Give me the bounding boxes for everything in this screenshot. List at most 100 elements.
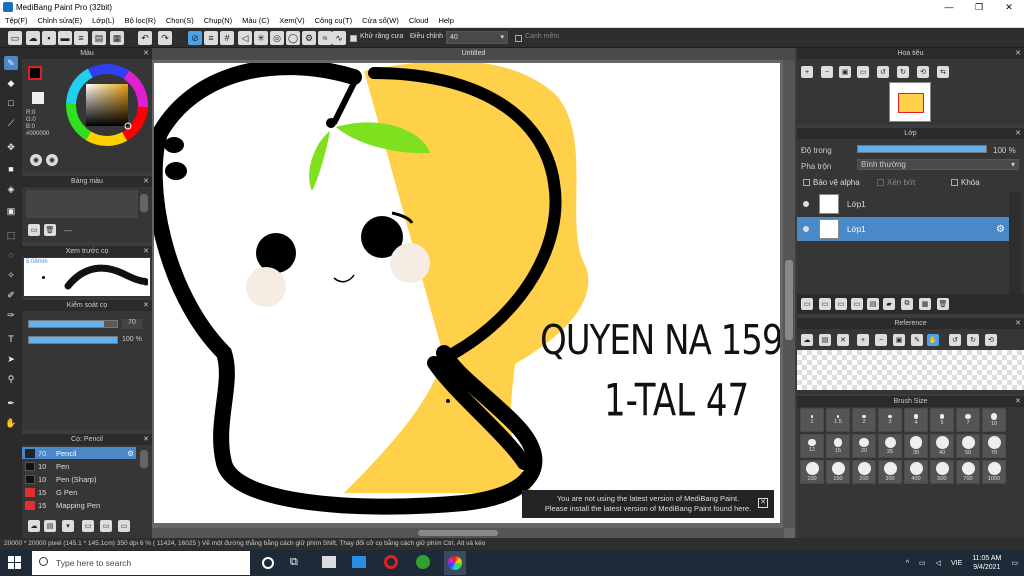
- brush-size-option[interactable]: 70: [982, 434, 1006, 458]
- brush-size-option[interactable]: 50: [956, 434, 980, 458]
- brush-size-option[interactable]: 1.5: [826, 408, 850, 432]
- trash-icon[interactable]: 🗑: [44, 224, 56, 236]
- settings-icon[interactable]: ⚙: [302, 31, 316, 45]
- snap-off-icon[interactable]: ⊘: [188, 31, 202, 45]
- grid-icon[interactable]: ▦: [110, 31, 124, 45]
- layer-opacity-slider[interactable]: [857, 145, 987, 153]
- eyedropper-icon[interactable]: ✎: [911, 334, 923, 346]
- close-icon[interactable]: ✕: [143, 434, 149, 445]
- brush-size-option[interactable]: 20: [852, 434, 876, 458]
- rotate-right-icon[interactable]: ↻: [897, 66, 909, 78]
- medibang-taskbar-icon[interactable]: [444, 551, 466, 575]
- select-pen-tool-icon[interactable]: ✐: [4, 288, 18, 302]
- eye-icon[interactable]: [803, 201, 809, 207]
- brush-add-menu-icon[interactable]: ▾: [62, 520, 74, 532]
- menu-color[interactable]: Màu (C): [242, 16, 269, 25]
- menu-capture[interactable]: Chụp(N): [204, 16, 232, 25]
- eyedropper-tool-icon[interactable]: ⚲: [4, 372, 18, 386]
- add-halftone-layer-icon[interactable]: ▭: [819, 298, 831, 310]
- brush-size-option[interactable]: 150: [826, 460, 850, 484]
- close-icon[interactable]: ✕: [1015, 128, 1021, 139]
- correction-dropdown[interactable]: 40 ▾: [446, 31, 508, 44]
- hand-correction-icon[interactable]: ≈: [318, 31, 332, 45]
- close-icon[interactable]: ✕: [143, 246, 149, 257]
- add-folder-icon[interactable]: ▤: [867, 298, 879, 310]
- file-explorer-icon[interactable]: [322, 556, 336, 568]
- text-tool-icon[interactable]: T: [4, 332, 18, 346]
- gear-icon[interactable]: ⚙: [127, 449, 134, 458]
- brush-item-g-pen[interactable]: 15 G Pen: [22, 486, 136, 498]
- vertical-scrollbar[interactable]: [783, 60, 795, 528]
- close-icon[interactable]: ✕: [143, 300, 149, 311]
- brush-item-pen-sharp[interactable]: 10 Pen (Sharp): [22, 473, 136, 485]
- brush-size-option[interactable]: 1: [800, 408, 824, 432]
- menu-view[interactable]: Xem(V): [279, 16, 304, 25]
- hand-tool-icon[interactable]: ✋: [4, 416, 18, 430]
- clipping-option[interactable]: Xén bớt: [877, 178, 915, 187]
- brush-item-pen[interactable]: 10 Pen: [22, 460, 136, 472]
- brush-size-option[interactable]: 200: [852, 460, 876, 484]
- menu-select[interactable]: Chọn(S): [166, 16, 194, 25]
- close-notice-icon[interactable]: ✕: [758, 498, 768, 508]
- navigator-thumbnail[interactable]: [889, 82, 931, 122]
- menu-window[interactable]: Cửa sổ(W): [362, 16, 399, 25]
- pen-tool-icon[interactable]: ✒: [4, 396, 18, 410]
- cross-snap-icon[interactable]: #: [220, 31, 234, 45]
- eraser-tool-icon[interactable]: ◆: [4, 76, 18, 90]
- move-tool-icon[interactable]: ✥: [4, 140, 18, 154]
- gradient-tool-icon[interactable]: ▣: [4, 204, 18, 218]
- windows-start-icon[interactable]: [8, 556, 22, 570]
- brush-size-option[interactable]: 10: [982, 408, 1006, 432]
- menu-filter[interactable]: Bộ lọc(R): [125, 16, 156, 25]
- maximize-button[interactable]: ❐: [964, 0, 994, 14]
- redo-icon[interactable]: ↷: [158, 31, 172, 45]
- add-1bit-layer-icon[interactable]: ▭: [851, 298, 863, 310]
- layer-row[interactable]: Lớp1: [797, 192, 1009, 216]
- rotate-reset-icon[interactable]: ⟲: [917, 66, 929, 78]
- layers-icon[interactable]: ≡: [74, 31, 88, 45]
- brush-delete-icon[interactable]: ▭: [118, 520, 130, 532]
- stroke-icon[interactable]: ∿: [332, 31, 346, 45]
- brush-list-scrollbar[interactable]: [140, 450, 148, 468]
- rotate-right-icon[interactable]: ↻: [967, 334, 979, 346]
- clipping-checkbox[interactable]: [877, 179, 884, 186]
- cloud-icon[interactable]: ☁: [801, 334, 813, 346]
- delete-layer-icon[interactable]: 🗑: [937, 298, 949, 310]
- brush-copy-icon[interactable]: ▭: [100, 520, 112, 532]
- brush-opacity-slider[interactable]: [28, 336, 118, 344]
- menu-cloud[interactable]: Cloud: [409, 16, 429, 25]
- navigator-viewport[interactable]: [898, 93, 924, 113]
- fit-icon[interactable]: ▣: [893, 334, 905, 346]
- task-view-icon[interactable]: ⧉: [290, 556, 298, 569]
- open-folder-icon[interactable]: ▤: [819, 334, 831, 346]
- minimize-button[interactable]: —: [934, 0, 964, 14]
- add-palette-icon[interactable]: ▭: [28, 224, 40, 236]
- document-tab[interactable]: Untitled: [152, 48, 795, 60]
- color-mode-icon[interactable]: ◉: [30, 154, 42, 166]
- network-icon[interactable]: ▭: [919, 559, 926, 567]
- layer-list-scrollbar[interactable]: [1009, 192, 1021, 302]
- background-color-swatch[interactable]: [32, 92, 44, 104]
- volume-icon[interactable]: ◁: [936, 559, 941, 567]
- flip-icon[interactable]: ⇆: [937, 66, 949, 78]
- brush-tool-icon[interactable]: ✎: [4, 56, 18, 70]
- reference-area[interactable]: [797, 350, 1024, 390]
- hand-icon[interactable]: ✋: [927, 334, 939, 346]
- opera-icon[interactable]: [384, 555, 398, 569]
- brush-size-option[interactable]: 12: [800, 434, 824, 458]
- comment-icon[interactable]: ▬: [58, 31, 72, 45]
- brush-size-option[interactable]: 30: [904, 434, 928, 458]
- vertical-scroll-thumb[interactable]: [785, 260, 793, 340]
- taskbar-search[interactable]: Type here to search: [32, 551, 250, 575]
- clock[interactable]: 11:05 AM 9/4/2021: [972, 554, 1001, 572]
- menu-edit[interactable]: Chỉnh sửa(E): [38, 16, 83, 25]
- close-icon[interactable]: ✕: [1015, 318, 1021, 329]
- chevron-up-icon[interactable]: ^: [906, 560, 909, 567]
- foreground-color-swatch[interactable]: [28, 66, 42, 80]
- curve-snap-icon[interactable]: ◯: [286, 31, 300, 45]
- brush-size-option[interactable]: 3: [878, 408, 902, 432]
- layer-row-selected[interactable]: Lớp1 ⚙: [797, 217, 1009, 241]
- zoom-in-icon[interactable]: +: [857, 334, 869, 346]
- chat-icon[interactable]: ▪: [42, 31, 56, 45]
- brush-size-option[interactable]: 400: [904, 460, 928, 484]
